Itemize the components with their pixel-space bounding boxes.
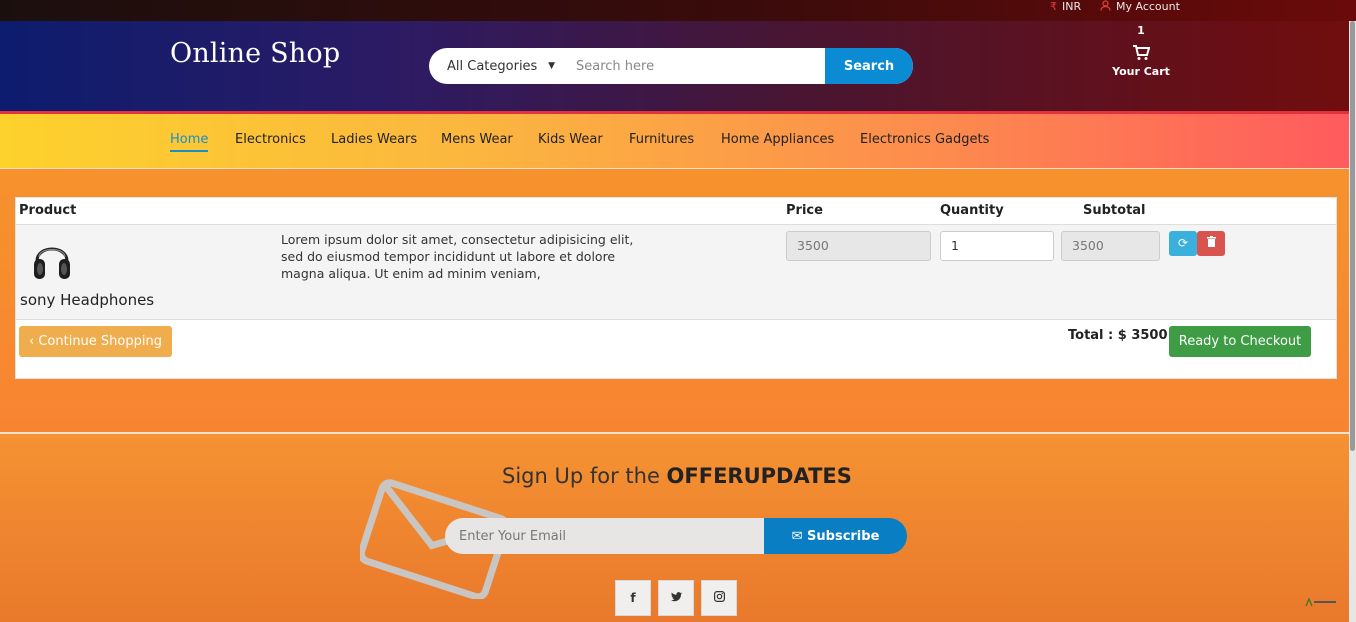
nav-item-furnitures[interactable]: Furnitures — [629, 132, 694, 147]
facebook-button[interactable]: f — [615, 580, 651, 616]
subtotal-field: 3500 — [1061, 231, 1160, 261]
signup-title: Sign Up for the OFFERUPDATES — [502, 464, 852, 488]
my-account-link[interactable]: My Account — [1100, 0, 1180, 14]
nav-item-home-appliances[interactable]: Home Appliances — [721, 132, 834, 147]
price-field: 3500 — [786, 231, 931, 261]
newsletter-form: ✉ Subscribe — [445, 518, 907, 554]
cart-total: Total : $ 3500 — [1068, 328, 1168, 343]
rupee-icon: ₹ — [1050, 0, 1057, 13]
cart-label: Your Cart — [1112, 65, 1170, 78]
my-account-label: My Account — [1116, 0, 1180, 13]
nav-item-mens-wear[interactable]: Mens Wear — [441, 132, 513, 147]
chevron-left-icon: ‹ — [29, 334, 35, 349]
currency-label: INR — [1062, 0, 1082, 13]
currency-selector[interactable]: ₹ INR — [1050, 0, 1081, 14]
trash-icon — [1206, 236, 1216, 250]
signup-bold: OFFERUPDATES — [666, 464, 852, 488]
nav-item-ladies-wears[interactable]: Ladies Wears — [331, 132, 417, 147]
product-description: Lorem ipsum dolor sit amet, consectetur … — [281, 232, 634, 281]
twitter-button[interactable] — [658, 580, 694, 616]
quantity-input[interactable]: 1 — [940, 231, 1054, 261]
cart-count-badge: 1 — [1137, 24, 1145, 37]
nav-item-electronics[interactable]: Electronics — [235, 132, 306, 147]
envelope-small-icon: ✉ — [791, 528, 803, 544]
product-name[interactable]: sony Headphones — [20, 291, 154, 309]
caret-down-icon: ▼ — [548, 61, 555, 71]
continue-shopping-button[interactable]: ‹ Continue Shopping — [19, 326, 172, 357]
header-price: Price — [786, 203, 823, 218]
page-scrollbar[interactable] — [1349, 21, 1356, 622]
shopping-cart-icon — [1126, 45, 1156, 65]
header-quantity: Quantity — [940, 203, 1004, 218]
top-bar: ₹ INR My Account — [0, 0, 1356, 21]
watermark-logo — [1304, 596, 1342, 608]
category-select[interactable]: All Categories ▼ — [429, 48, 565, 84]
cart-button[interactable]: Your Cart — [1108, 45, 1174, 78]
newsletter-footer: Sign Up for the OFFERUPDATES ✉ Subscribe… — [0, 432, 1356, 622]
search-button[interactable]: Search — [825, 48, 913, 84]
nav-item-electronics-gadgets[interactable]: Electronics Gadgets — [860, 132, 989, 147]
instagram-icon — [713, 591, 725, 605]
category-selected: All Categories — [447, 58, 538, 74]
facebook-icon: f — [630, 591, 636, 605]
twitter-icon — [670, 591, 682, 605]
subscribe-button[interactable]: ✉ Subscribe — [764, 518, 907, 554]
header-subtotal: Subtotal — [1083, 203, 1146, 218]
search-input[interactable] — [565, 48, 825, 84]
user-icon — [1100, 0, 1111, 14]
site-logo[interactable]: Online Shop — [170, 38, 340, 69]
email-input[interactable] — [445, 518, 764, 554]
header-product: Product — [19, 203, 77, 218]
headphones-image — [32, 235, 72, 285]
delete-button[interactable] — [1197, 231, 1225, 256]
cart-row: sony Headphones Lorem ipsum dolor sit am… — [16, 224, 1336, 320]
scrollbar-thumb[interactable] — [1350, 21, 1355, 451]
main-nav: Home Electronics Ladies Wears Mens Wear … — [0, 111, 1356, 169]
nav-item-kids-wear[interactable]: Kids Wear — [538, 132, 603, 147]
subscribe-label: Subscribe — [807, 528, 880, 544]
cart-table: Product Price Quantity Subtotal sony Hea… — [15, 197, 1337, 379]
instagram-button[interactable] — [701, 580, 737, 616]
search-bar: All Categories ▼ Search — [429, 48, 913, 84]
nav-item-home[interactable]: Home — [170, 132, 209, 152]
signup-prefix: Sign Up for the — [502, 464, 667, 488]
continue-shopping-label: Continue Shopping — [38, 334, 162, 349]
update-button[interactable]: ⟳ — [1169, 231, 1197, 256]
refresh-icon: ⟳ — [1177, 236, 1189, 250]
checkout-button[interactable]: Ready to Checkout — [1169, 326, 1311, 357]
